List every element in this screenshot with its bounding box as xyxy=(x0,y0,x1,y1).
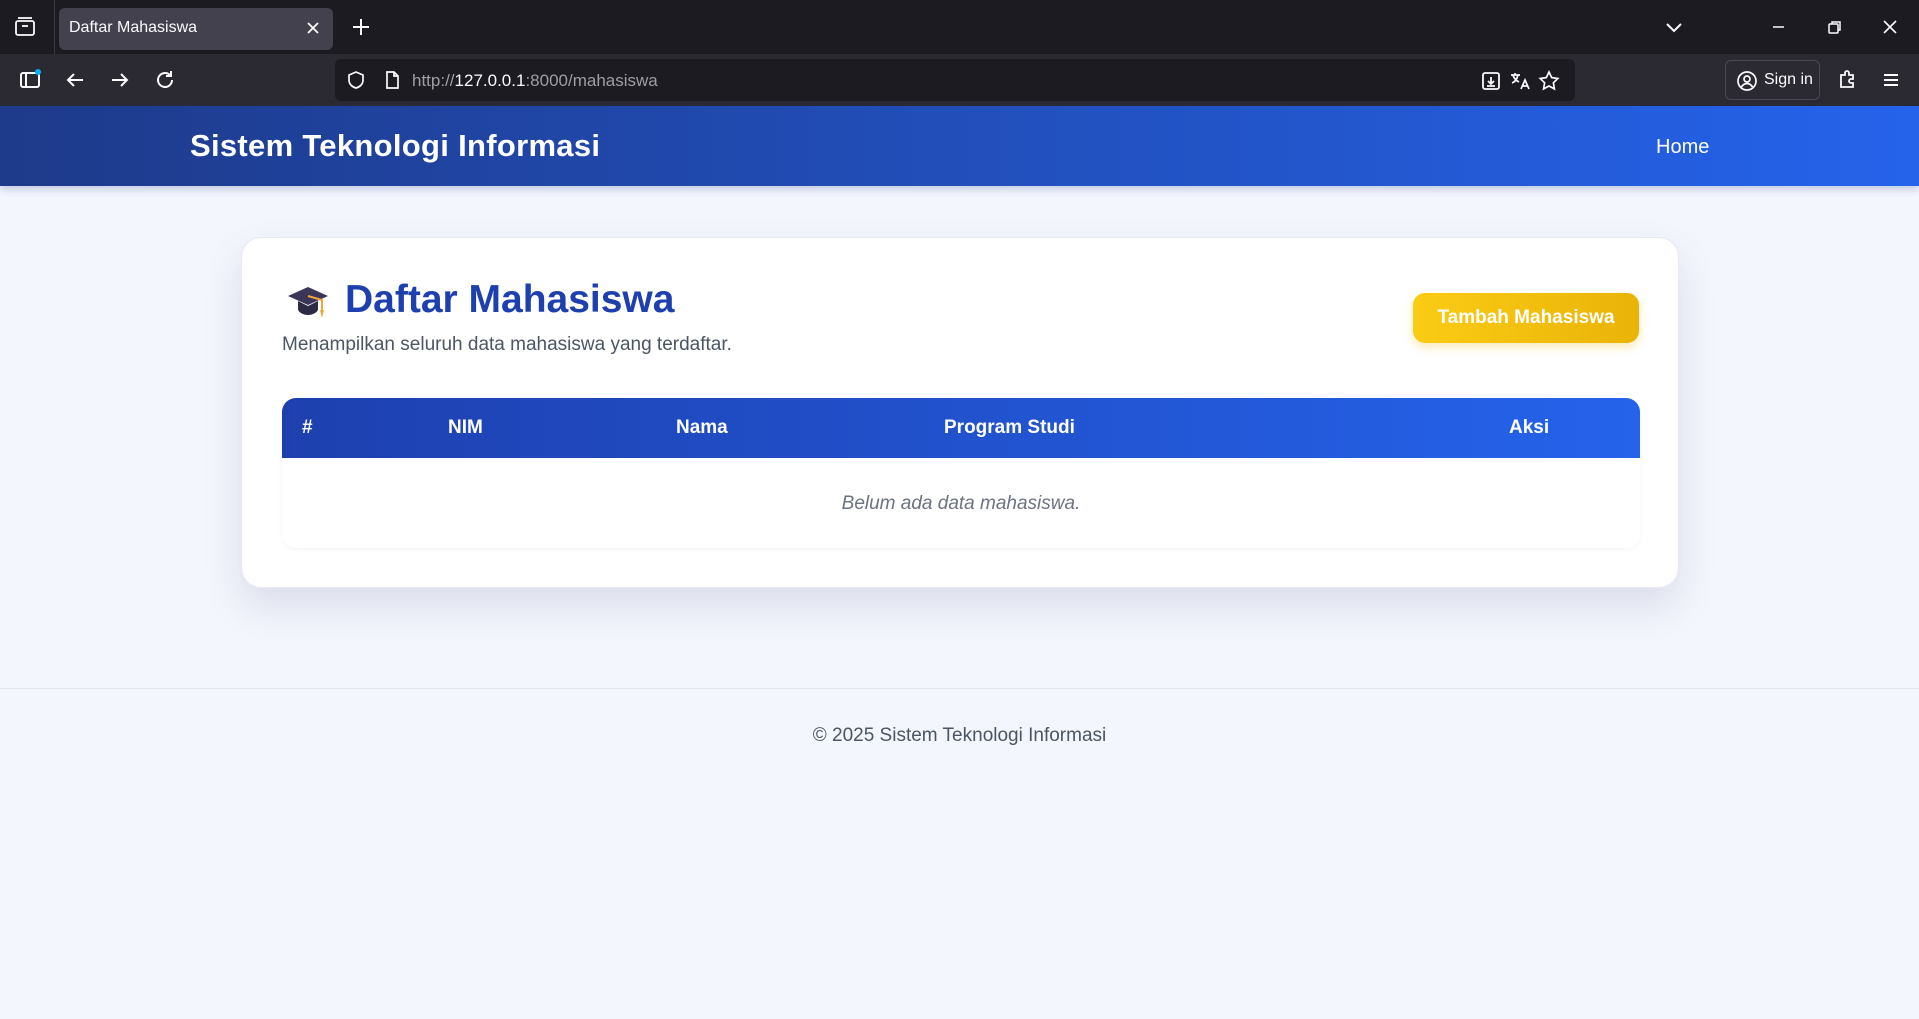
sign-in-label: Sign in xyxy=(1764,71,1813,88)
site-brand[interactable]: Sistem Teknologi Informasi xyxy=(190,128,600,164)
column-header-nim: NIM xyxy=(448,417,483,438)
translate-icon[interactable] xyxy=(1508,69,1532,93)
student-list-card: Daftar Mahasiswa Menampilkan seluruh dat… xyxy=(241,237,1679,588)
footer-divider xyxy=(0,688,1919,689)
reload-icon[interactable] xyxy=(151,66,179,94)
extensions-puzzle-icon[interactable] xyxy=(1833,66,1861,94)
tab-divider xyxy=(54,0,55,54)
page-info-icon[interactable] xyxy=(381,69,403,91)
back-arrow-icon[interactable] xyxy=(61,66,89,94)
page-title: Daftar Mahasiswa xyxy=(345,278,675,321)
sign-in-button[interactable]: Sign in xyxy=(1725,60,1820,100)
address-bar[interactable]: http://127.0.0.1:8000/mahasiswa xyxy=(335,59,1575,101)
site-header: Sistem Teknologi Informasi Home xyxy=(0,106,1919,186)
column-header-nama: Nama xyxy=(676,417,728,438)
column-header-program-studi: Program Studi xyxy=(944,417,1075,438)
tab-title: Daftar Mahasiswa xyxy=(69,19,198,36)
window-close-icon[interactable] xyxy=(1877,14,1903,40)
minimize-icon[interactable] xyxy=(1765,14,1791,40)
shield-icon[interactable] xyxy=(345,69,367,91)
column-header-index: # xyxy=(302,417,313,438)
browser-tab-bar: Daftar Mahasiswa xyxy=(0,0,1919,54)
forward-arrow-icon[interactable] xyxy=(106,66,134,94)
menu-hamburger-icon[interactable] xyxy=(1877,66,1905,94)
column-header-aksi: Aksi xyxy=(1509,417,1550,438)
table-header-row: # NIM Nama Program Studi Aksi xyxy=(282,398,1640,458)
bookmark-star-icon[interactable] xyxy=(1537,69,1561,93)
tab-list-icon[interactable] xyxy=(12,14,38,40)
download-page-icon[interactable] xyxy=(1479,69,1503,93)
account-icon xyxy=(1736,70,1758,92)
graduation-cap-icon xyxy=(286,283,330,323)
footer-text: © 2025 Sistem Teknologi Informasi xyxy=(812,725,1107,746)
new-tab-plus-icon[interactable] xyxy=(350,16,372,38)
sidebar-toggle-icon[interactable] xyxy=(16,66,44,94)
browser-nav-bar: http://127.0.0.1:8000/mahasiswa Sign in xyxy=(0,54,1919,106)
browser-tab-active[interactable]: Daftar Mahasiswa xyxy=(59,8,333,50)
restore-icon[interactable] xyxy=(1821,14,1847,40)
empty-table-message: Belum ada data mahasiswa. xyxy=(841,493,1081,514)
tab-overflow-chevron-down-icon[interactable] xyxy=(1661,14,1687,40)
page-subtitle: Menampilkan seluruh data mahasiswa yang … xyxy=(282,334,732,355)
add-student-button[interactable]: Tambah Mahasiswa xyxy=(1413,293,1639,343)
nav-home-link[interactable]: Home xyxy=(1656,136,1709,159)
student-table: # NIM Nama Program Studi Aksi Belum ada … xyxy=(282,398,1640,548)
url-text[interactable]: http://127.0.0.1:8000/mahasiswa xyxy=(412,71,658,91)
close-icon[interactable] xyxy=(303,18,323,38)
